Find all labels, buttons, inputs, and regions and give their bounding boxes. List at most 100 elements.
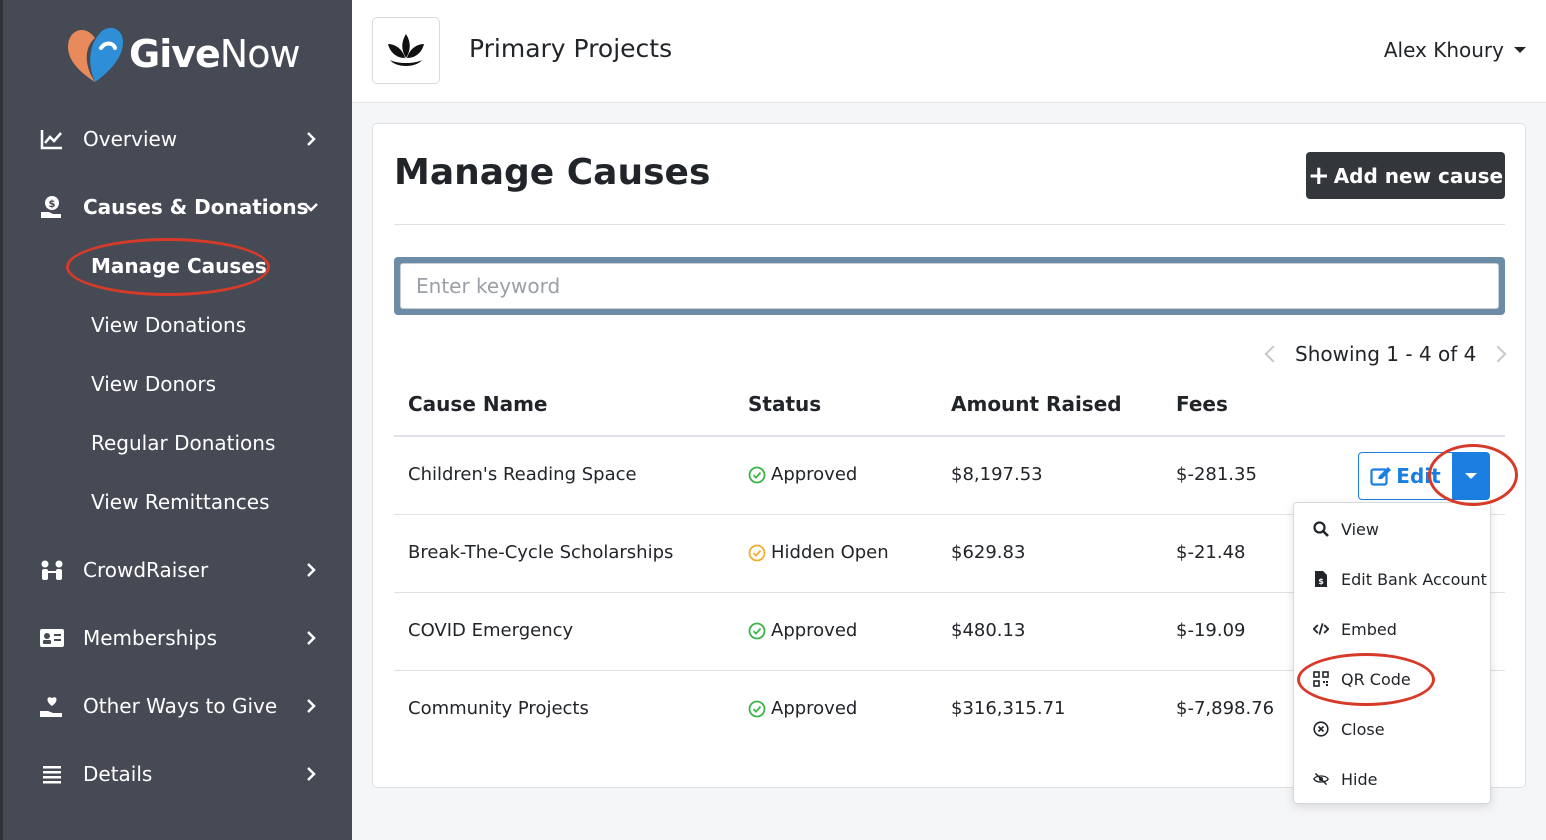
user-menu[interactable]: Alex Khoury bbox=[1384, 38, 1526, 62]
search-wrapper bbox=[394, 257, 1505, 315]
eye-slash-icon bbox=[1313, 771, 1329, 787]
menu-item-label: Edit Bank Account bbox=[1341, 569, 1487, 589]
check-circle-icon bbox=[748, 700, 766, 717]
status-cell: Hidden Open bbox=[748, 542, 889, 563]
column-header-fees[interactable]: Fees bbox=[1176, 392, 1228, 416]
next-page-icon[interactable] bbox=[1489, 345, 1507, 363]
previous-page-icon[interactable] bbox=[1264, 345, 1282, 363]
sidebar-item-label: Details bbox=[83, 762, 153, 786]
chart-line-icon bbox=[39, 127, 65, 151]
caret-down-icon bbox=[1514, 47, 1526, 53]
amount-raised: $629.83 bbox=[951, 542, 1026, 563]
file-dollar-icon: $ bbox=[1313, 571, 1329, 587]
chevron-right-icon bbox=[307, 631, 316, 645]
page-title: Manage Causes bbox=[394, 152, 711, 193]
sidebar-subitem-view-donations[interactable]: View Donations bbox=[91, 313, 246, 337]
cause-name[interactable]: Community Projects bbox=[408, 698, 589, 719]
menu-item-embed[interactable]: Embed bbox=[1294, 609, 1490, 649]
check-circle-icon bbox=[748, 622, 766, 639]
sidebar-subitem-view-remittances[interactable]: View Remittances bbox=[91, 490, 270, 514]
sidebar-subitem-manage-causes[interactable]: Manage Causes bbox=[91, 254, 267, 278]
sidebar-item-label: Causes & Donations bbox=[83, 195, 309, 219]
menu-item-qr-code[interactable]: QR Code bbox=[1294, 659, 1490, 699]
chevron-down-icon bbox=[304, 203, 318, 212]
list-icon bbox=[39, 762, 65, 786]
check-circle-icon bbox=[748, 544, 766, 561]
status-cell: Approved bbox=[748, 620, 857, 641]
fees: $-21.48 bbox=[1176, 542, 1246, 563]
lotus-icon bbox=[388, 33, 424, 66]
edit-icon bbox=[1370, 467, 1392, 486]
cause-name[interactable]: Children's Reading Space bbox=[408, 464, 637, 485]
fees: $-7,898.76 bbox=[1176, 698, 1275, 719]
status-text: Approved bbox=[771, 620, 858, 641]
menu-item-view[interactable]: View bbox=[1294, 509, 1490, 549]
circle-x-icon bbox=[1313, 721, 1329, 737]
menu-item-label: Embed bbox=[1341, 619, 1397, 639]
qrcode-icon bbox=[1313, 671, 1329, 687]
sidebar-item-causes-donations[interactable]: $ Causes & Donations bbox=[3, 185, 352, 229]
edit-button[interactable]: Edit bbox=[1358, 452, 1452, 500]
menu-item-close[interactable]: Close bbox=[1294, 709, 1490, 749]
sidebar-subitem-regular-donations[interactable]: Regular Donations bbox=[91, 431, 275, 455]
menu-item-label: Close bbox=[1341, 719, 1385, 739]
edit-button-label: Edit bbox=[1396, 464, 1441, 488]
sidebar-item-crowdraiser[interactable]: CrowdRaiser bbox=[3, 548, 352, 592]
edit-button-group: Edit bbox=[1358, 452, 1490, 500]
chevron-right-icon bbox=[307, 699, 316, 713]
menu-item-edit-bank-account[interactable]: $ Edit Bank Account bbox=[1294, 559, 1490, 599]
top-bar: Primary Projects Alex Khoury bbox=[352, 0, 1546, 103]
fees: $-19.09 bbox=[1176, 620, 1246, 641]
hand-coin-icon: $ bbox=[39, 195, 65, 219]
cause-name[interactable]: COVID Emergency bbox=[408, 620, 573, 641]
check-circle-icon bbox=[748, 466, 766, 483]
sidebar-subitem-view-donors[interactable]: View Donors bbox=[91, 372, 216, 396]
svg-text:$: $ bbox=[49, 199, 56, 210]
user-name: Alex Khoury bbox=[1383, 38, 1504, 62]
chevron-right-icon bbox=[307, 132, 316, 146]
sidebar-item-label: Memberships bbox=[83, 626, 218, 650]
search-icon bbox=[1313, 521, 1329, 537]
code-icon bbox=[1313, 621, 1329, 637]
givenow-logo[interactable]: GiveNow bbox=[65, 18, 301, 86]
sidebar-item-other-ways-to-give[interactable]: Other Ways to Give bbox=[3, 684, 352, 728]
svg-text:$: $ bbox=[1318, 577, 1324, 586]
org-logo bbox=[372, 17, 440, 84]
menu-item-label: Hide bbox=[1341, 769, 1378, 789]
sidebar-item-overview[interactable]: Overview bbox=[3, 117, 352, 161]
sidebar-item-memberships[interactable]: Memberships bbox=[3, 616, 352, 660]
column-header-cause-name[interactable]: Cause Name bbox=[408, 392, 547, 416]
status-text: Approved bbox=[771, 698, 858, 719]
sidebar-item-details[interactable]: Details bbox=[3, 752, 352, 796]
column-header-status[interactable]: Status bbox=[748, 392, 821, 416]
menu-item-label: View bbox=[1341, 519, 1379, 539]
add-new-cause-button[interactable]: + Add new cause bbox=[1306, 152, 1505, 199]
sidebar-item-label: Overview bbox=[83, 127, 178, 151]
fees: $-281.35 bbox=[1176, 464, 1257, 485]
people-icon bbox=[39, 558, 65, 582]
menu-item-label: QR Code bbox=[1341, 669, 1411, 689]
plus-icon: + bbox=[1307, 160, 1330, 191]
givenow-logo-icon bbox=[65, 18, 127, 86]
actions-dropdown-menu: View $ Edit Bank Account Embed QR Code C… bbox=[1293, 502, 1491, 804]
divider bbox=[394, 224, 1505, 225]
amount-raised: $480.13 bbox=[951, 620, 1026, 641]
status-text: Hidden Open bbox=[771, 542, 889, 563]
cause-name[interactable]: Break-The-Cycle Scholarships bbox=[408, 542, 673, 563]
actions-dropdown-toggle[interactable] bbox=[1452, 452, 1490, 500]
amount-raised: $316,315.71 bbox=[951, 698, 1066, 719]
sidebar: GiveNow Overview $ Causes & Donations Ma… bbox=[0, 0, 352, 840]
caret-down-icon bbox=[1465, 473, 1477, 479]
search-input[interactable] bbox=[400, 263, 1499, 309]
status-cell: Approved bbox=[748, 464, 857, 485]
column-header-amount-raised[interactable]: Amount Raised bbox=[951, 392, 1122, 416]
chevron-right-icon bbox=[307, 767, 316, 781]
sidebar-item-label: Other Ways to Give bbox=[83, 694, 278, 718]
menu-item-hide[interactable]: Hide bbox=[1294, 759, 1490, 799]
id-card-icon bbox=[39, 626, 65, 650]
chevron-right-icon bbox=[307, 563, 316, 577]
pagination: Showing 1 - 4 of 4 bbox=[1264, 342, 1507, 366]
status-cell: Approved bbox=[748, 698, 857, 719]
add-button-label: Add new cause bbox=[1333, 163, 1504, 188]
logo-text: GiveNow bbox=[129, 32, 301, 76]
